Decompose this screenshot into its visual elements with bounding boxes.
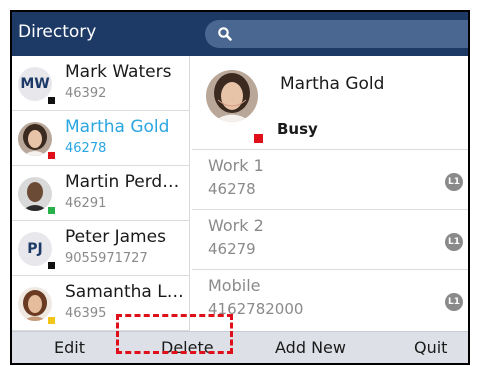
contact-name: Peter James <box>65 227 166 247</box>
line-badge-icon: L1 <box>445 233 463 251</box>
contact-number: 46278 <box>65 141 107 156</box>
add-new-softkey[interactable]: Add New <box>275 338 346 357</box>
presence-indicator <box>253 133 264 144</box>
presence-indicator <box>47 96 56 105</box>
contact-number: 46291 <box>65 196 107 211</box>
contact-name: Martha Gold <box>65 117 170 137</box>
avatar <box>18 287 56 325</box>
phone-row-work1[interactable]: Work 1 46278 L1 <box>192 150 468 210</box>
phone-screen: Directory MW Mark Waters 46392 Martha Go… <box>10 10 470 365</box>
contact-item-peter-james[interactable]: PJ Peter James 9055971727 <box>12 221 190 276</box>
contact-item-samantha[interactable]: Samantha L… 46395 <box>12 276 190 331</box>
avatar: MW <box>18 67 56 105</box>
contact-item-mark-waters[interactable]: MW Mark Waters 46392 <box>12 56 190 111</box>
phone-number: 46279 <box>208 240 256 258</box>
phone-label: Work 2 <box>208 216 264 235</box>
contact-number: 46392 <box>65 86 107 101</box>
avatar <box>18 177 56 215</box>
phone-row-mobile[interactable]: Mobile 4162782000 L1 <box>192 270 468 330</box>
contact-name: Martin Perd… <box>65 172 180 192</box>
phone-number: 46278 <box>208 180 256 198</box>
contact-name: Mark Waters <box>65 62 172 82</box>
page-title: Directory <box>18 22 97 42</box>
phone-label: Work 1 <box>208 156 264 175</box>
presence-indicator <box>47 316 56 325</box>
line-badge-icon: L1 <box>445 293 463 311</box>
phone-number: 4162782000 <box>208 300 304 318</box>
phone-row-work2[interactable]: Work 2 46279 L1 <box>192 210 468 270</box>
directory-header: Directory <box>12 12 468 56</box>
presence-indicator <box>47 151 56 160</box>
detail-header: Martha Gold Busy <box>192 56 468 150</box>
avatar <box>18 122 56 160</box>
avatar: PJ <box>18 232 56 270</box>
status-text: Busy <box>277 120 318 138</box>
softkey-bar: Edit Delete Add New Quit <box>12 331 468 363</box>
contact-number: 9055971727 <box>65 251 148 266</box>
avatar <box>206 70 264 144</box>
phone-label: Mobile <box>208 276 261 295</box>
contact-details: Martha Gold Busy Work 1 46278 L1 Work 2 … <box>192 56 468 331</box>
avatar-photo <box>206 70 258 122</box>
presence-indicator <box>47 261 56 270</box>
edit-softkey[interactable]: Edit <box>54 338 85 357</box>
presence-indicator <box>47 206 56 215</box>
contact-number: 46395 <box>65 306 107 321</box>
contact-item-martin-perd[interactable]: Martin Perd… 46291 <box>12 166 190 221</box>
contact-list: MW Mark Waters 46392 Martha Gold 46278 M… <box>12 56 190 331</box>
detail-contact-name: Martha Gold <box>280 74 385 94</box>
quit-softkey[interactable]: Quit <box>414 338 447 357</box>
contact-name: Samantha L… <box>65 282 184 302</box>
search-input[interactable] <box>205 20 468 48</box>
search-icon <box>218 27 232 41</box>
delete-softkey[interactable]: Delete <box>161 338 214 357</box>
line-badge-icon: L1 <box>445 173 463 191</box>
contact-item-martha-gold[interactable]: Martha Gold 46278 <box>12 111 190 166</box>
